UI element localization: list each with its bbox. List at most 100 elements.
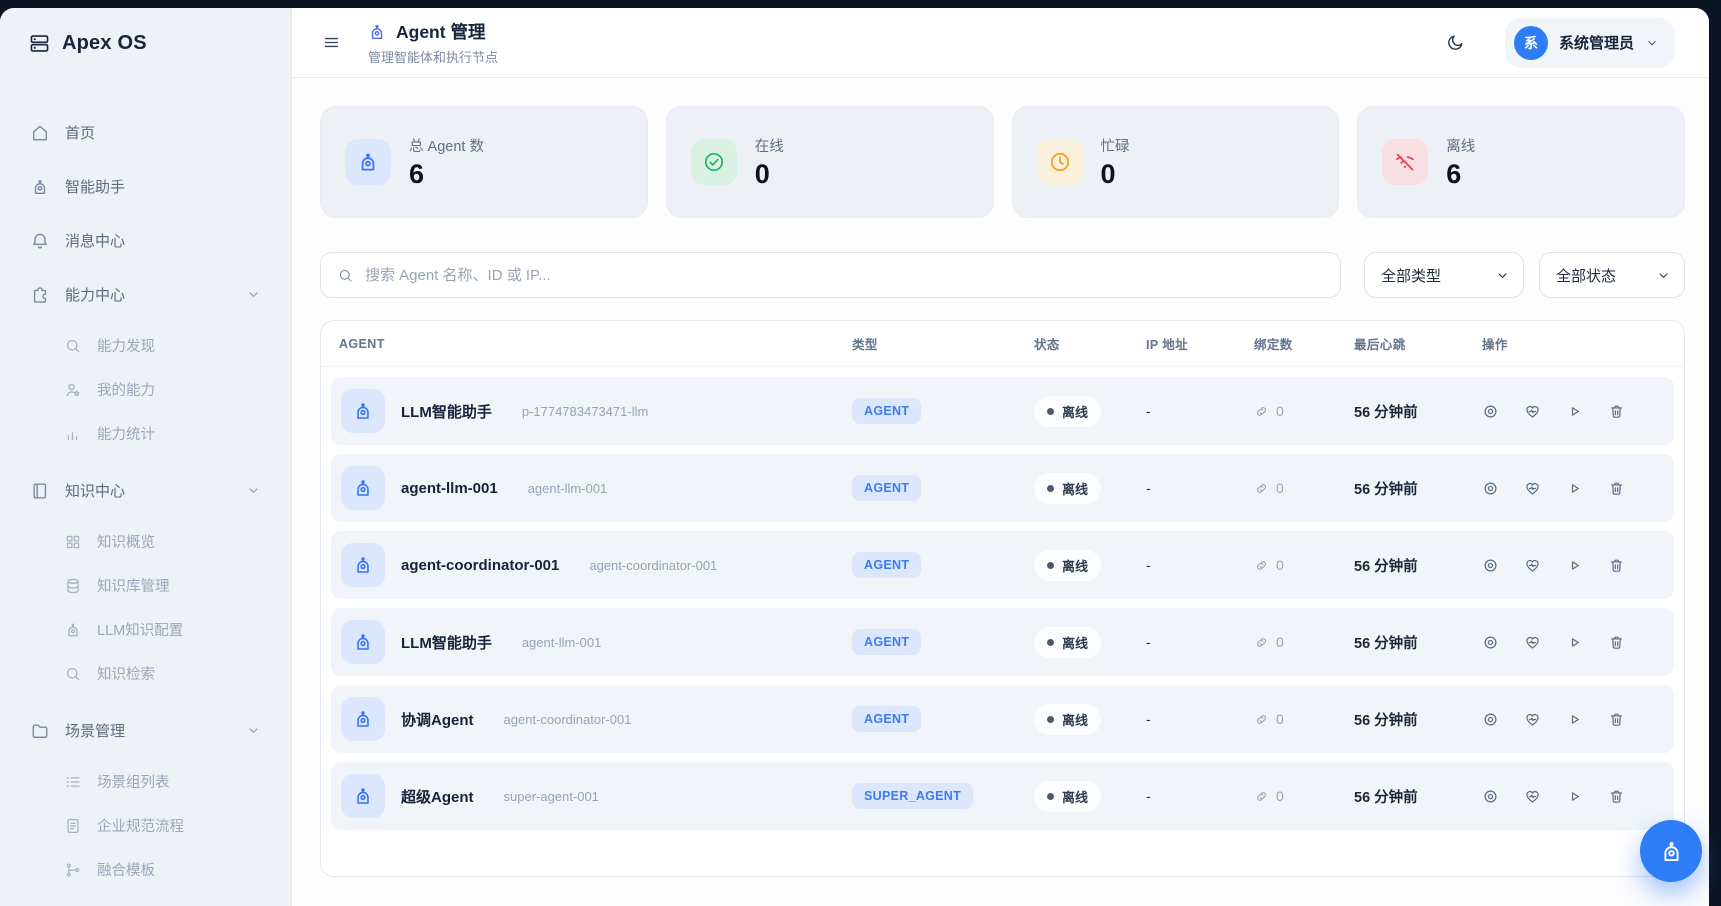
sidebar-item-scene-template[interactable]: 场景模板 [16,893,275,906]
sidebar-item-knowledge-base[interactable]: 知识库管理 [16,565,275,606]
view-button[interactable] [1482,788,1499,805]
type-filter-select[interactable]: 全部类型 [1364,252,1524,298]
robot-icon [352,708,374,730]
check-circle-icon [702,150,726,174]
status-filter-value: 全部状态 [1556,267,1617,285]
view-button[interactable] [1482,480,1499,497]
status-dot [1047,561,1054,569]
view-button[interactable] [1482,403,1499,420]
delete-button[interactable] [1608,634,1625,651]
sidebar-group-knowledge[interactable]: 知识中心 [16,467,275,514]
delete-button[interactable] [1608,788,1625,805]
sidebar-item-my-capability[interactable]: 我的能力 [16,369,275,410]
heartbeat-button[interactable] [1524,557,1541,574]
heartbeat-button[interactable] [1524,403,1541,420]
heartbeat-button[interactable] [1524,480,1541,497]
search-icon [337,267,354,284]
hamburger-menu-icon[interactable] [322,33,341,52]
table-row[interactable]: LLM智能助手 p-1774783473471-llm AGENT 离线 - 0… [331,377,1674,445]
sidebar-item-label: 知识库管理 [97,579,170,595]
sidebar-group-capability[interactable]: 能力中心 [16,271,275,318]
stat-card-offline: 离线 6 [1357,106,1685,218]
sidebar-item-enterprise-flow[interactable]: 企业规范流程 [16,805,275,846]
view-button[interactable] [1482,634,1499,651]
grid-icon [64,533,82,551]
search-input[interactable] [365,266,1324,284]
chevron-down-icon [1645,36,1659,50]
status-badge: 离线 [1034,780,1102,812]
sidebar-item-label: LLM知识配置 [97,623,184,639]
content: 总 Agent 数 6 在线 0 忙碌 0 离线 6 搜索 Agent 名称、I… [292,78,1709,906]
agent-name: LLM智能助手 [401,403,492,421]
stat-card-online: 在线 0 [665,106,994,218]
delete-button[interactable] [1608,557,1625,574]
table-row[interactable]: LLM智能助手 agent-llm-001 AGENT 离线 - 0 56 分钟… [331,608,1674,676]
sidebar-item-label: 消息中心 [65,233,126,250]
sidebar-item-messages[interactable]: 消息中心 [16,217,275,264]
sidebar-item-llm-knowledge-config[interactable]: LLM知识配置 [16,609,275,650]
row-actions [1482,557,1674,574]
view-button[interactable] [1482,557,1499,574]
last-heartbeat: 56 分钟前 [1354,404,1418,421]
sidebar-item-capability-stats[interactable]: 能力统计 [16,413,275,454]
table-header: AGENT 类型 状态 IP 地址 绑定数 最后心跳 操作 [321,321,1684,367]
sidebar-item-assistant[interactable]: 智能助手 [16,163,275,210]
run-button[interactable] [1566,788,1583,805]
agent-name: agent-llm-001 [401,479,498,497]
last-heartbeat: 56 分钟前 [1354,789,1418,806]
link-icon [1254,481,1269,496]
delete-button[interactable] [1608,480,1625,497]
link-icon [1254,789,1269,804]
table-row[interactable]: agent-coordinator-001 agent-coordinator-… [331,531,1674,599]
table-row[interactable]: 超级Agent super-agent-001 SUPER_AGENT 离线 - [331,762,1674,830]
type-filter-value: 全部类型 [1381,267,1442,285]
branch-icon [64,861,82,879]
heartbeat-button[interactable] [1524,634,1541,651]
sidebar-item-scene-groups[interactable]: 场景组列表 [16,761,275,802]
table-row[interactable]: 协调Agent agent-coordinator-001 AGENT 离线 - [331,685,1674,753]
stat-label: 总 Agent 数 [409,138,484,155]
sidebar-item-label: 智能助手 [65,179,126,196]
status-filter-select[interactable]: 全部状态 [1539,252,1685,298]
run-button[interactable] [1566,557,1583,574]
run-button[interactable] [1566,711,1583,728]
add-agent-fab[interactable] [1640,820,1702,882]
dark-mode-toggle-icon[interactable] [1446,33,1465,52]
app-window: Apex OS 首页 智能助手 消息中心 能力中心 能力发现 我的能力 能力统计… [0,8,1709,906]
avatar: 系 [1513,25,1548,60]
status-dot [1047,792,1054,800]
robot-icon [1658,838,1685,865]
search-box[interactable] [320,252,1341,298]
run-button[interactable] [1566,480,1583,497]
clock-icon [1048,150,1072,174]
page-subtitle: 管理智能体和执行节点 [368,50,499,65]
sidebar-item-knowledge-overview[interactable]: 知识概览 [16,521,275,562]
delete-button[interactable] [1608,403,1625,420]
view-button[interactable] [1482,711,1499,728]
sidebar-item-fusion-template[interactable]: 融合模板 [16,849,275,890]
delete-button[interactable] [1608,711,1625,728]
status-text: 离线 [1062,789,1089,805]
sidebar-group-scene[interactable]: 场景管理 [16,707,275,754]
run-button[interactable] [1566,403,1583,420]
table-row[interactable]: agent-llm-001 agent-llm-001 AGENT 离线 - 0… [331,454,1674,522]
ip-address: - [1146,634,1151,650]
search-icon [64,665,82,683]
book-icon [30,481,50,501]
column-header: 绑定数 [1254,338,1293,352]
user-menu[interactable]: 系 系统管理员 [1504,17,1675,68]
stat-cards: 总 Agent 数 6 在线 0 忙碌 0 离线 6 [320,106,1685,218]
robot-icon [30,177,50,197]
bell-icon [30,231,50,251]
run-button[interactable] [1566,634,1583,651]
sidebar-item-knowledge-search[interactable]: 知识检索 [16,653,275,694]
stat-value: 0 [754,158,770,189]
heartbeat-button[interactable] [1524,711,1541,728]
sidebar-item-capability-discover[interactable]: 能力发现 [16,325,275,366]
sidebar-item-home[interactable]: 首页 [16,109,275,156]
agent-name: LLM智能助手 [401,634,492,652]
heartbeat-button[interactable] [1524,788,1541,805]
robot-icon [352,554,374,576]
robot-icon [352,400,374,422]
sidebar-item-label: 能力统计 [97,427,155,443]
